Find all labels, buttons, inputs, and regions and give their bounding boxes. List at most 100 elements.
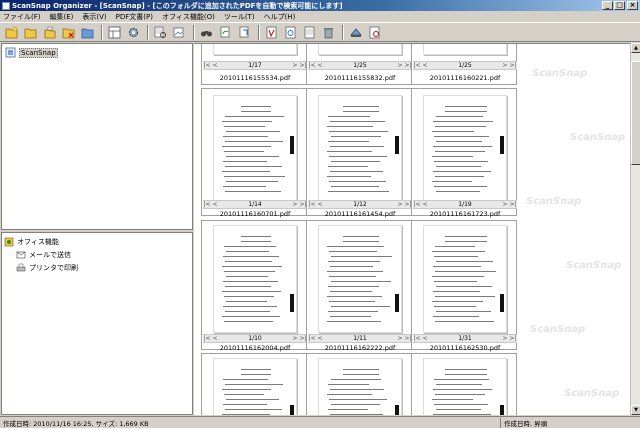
- document-text-line: [445, 111, 487, 112]
- prev-page-icon[interactable]: <: [316, 201, 324, 208]
- thumbnail-card[interactable]: |< < 1/14 > >| 20101116160701.pdf: [201, 88, 307, 218]
- search-image-icon[interactable]: [171, 24, 187, 40]
- next-page-icon[interactable]: >: [396, 201, 404, 208]
- binoculars-icon[interactable]: [198, 24, 214, 40]
- thumbnail-card[interactable]: [201, 353, 307, 415]
- thumbnail-card[interactable]: |< < 1/25 > >| 20101116155832.pdf: [306, 44, 412, 85]
- menu-office[interactable]: オフィス機能(O): [162, 12, 215, 22]
- page-navigator: |< < 1/14 > >|: [203, 200, 307, 209]
- prev-page-icon[interactable]: <: [211, 62, 219, 69]
- stamp-icon[interactable]: [282, 24, 298, 40]
- app-item-print[interactable]: プリンタで印刷: [4, 261, 78, 274]
- first-page-icon[interactable]: |<: [308, 201, 316, 208]
- thumbnail-card[interactable]: |< < 1/31 > >| 20101116162530.pdf: [411, 220, 517, 352]
- folder-copy-icon[interactable]: [41, 24, 57, 40]
- first-page-icon[interactable]: |<: [413, 335, 421, 342]
- thumbnail-view[interactable]: ScanSnap ScanSnap ScanSnap ScanSnap Scan…: [194, 43, 630, 415]
- document-text-line: [226, 399, 279, 400]
- menu-tools[interactable]: ツール(T): [224, 12, 255, 22]
- scan-icon[interactable]: [347, 24, 363, 40]
- app-item-label: メールで送信: [29, 250, 71, 259]
- viewer-icon[interactable]: [366, 24, 382, 40]
- folder-delete-icon[interactable]: [60, 24, 76, 40]
- page-navigator: |< < 1/12 > >|: [308, 200, 412, 209]
- thumbnail-card[interactable]: |< < 1/11 > >| 20101116162222.pdf: [306, 220, 412, 352]
- next-page-icon[interactable]: >: [291, 335, 299, 342]
- rotate-icon[interactable]: [217, 24, 233, 40]
- first-page-icon[interactable]: |<: [308, 62, 316, 69]
- next-page-icon[interactable]: >: [396, 62, 404, 69]
- prev-page-icon[interactable]: <: [316, 335, 324, 342]
- document-text-line: [434, 306, 476, 307]
- document-text-line: [328, 166, 368, 167]
- prev-page-icon[interactable]: <: [421, 201, 429, 208]
- next-page-icon[interactable]: >: [291, 201, 299, 208]
- thumbnail-card[interactable]: |< < 1/19 > >| 20101116161723.pdf: [411, 88, 517, 218]
- maximize-button[interactable]: □: [614, 1, 625, 10]
- prev-page-icon[interactable]: <: [421, 335, 429, 342]
- thumbnail-card[interactable]: |< < 1/12 > >| 20101116161454.pdf: [306, 88, 412, 218]
- close-button[interactable]: ×: [627, 1, 638, 10]
- document-text-line: [222, 389, 271, 390]
- file-name: 20101116162004.pdf: [219, 344, 291, 352]
- document-text-line: [327, 246, 384, 247]
- document-text-line: [327, 126, 373, 127]
- menu-edit[interactable]: 編集(E): [50, 12, 74, 22]
- last-page-icon[interactable]: >|: [509, 201, 517, 208]
- first-page-icon[interactable]: |<: [203, 62, 211, 69]
- next-page-icon[interactable]: >: [501, 62, 509, 69]
- thumbnail-card[interactable]: [306, 353, 412, 415]
- vertical-scrollbar[interactable]: ▲ ▼: [630, 43, 640, 415]
- last-page-icon[interactable]: >|: [509, 335, 517, 342]
- app-item-email[interactable]: メールで送信: [4, 248, 78, 261]
- scroll-down-icon[interactable]: ▼: [631, 405, 640, 415]
- layout-icon[interactable]: [106, 24, 122, 40]
- prev-page-icon[interactable]: <: [316, 62, 324, 69]
- scroll-up-icon[interactable]: ▲: [631, 43, 640, 53]
- next-page-icon[interactable]: >: [501, 201, 509, 208]
- first-page-icon[interactable]: |<: [203, 335, 211, 342]
- thumbnail-card[interactable]: |< < 1/10 > >| 20101116162004.pdf: [201, 220, 307, 352]
- next-page-icon[interactable]: >: [501, 335, 509, 342]
- app-group-office[interactable]: オフィス機能: [4, 235, 78, 248]
- document-text-line: [432, 131, 474, 132]
- tree-item-scansnap[interactable]: ScanSnap: [5, 47, 58, 58]
- page-count: 1/19: [458, 201, 472, 208]
- first-page-icon[interactable]: |<: [413, 62, 421, 69]
- prev-page-icon[interactable]: <: [421, 62, 429, 69]
- document-text-line: [436, 311, 491, 312]
- prev-page-icon[interactable]: <: [211, 201, 219, 208]
- document-text-line: [331, 404, 380, 405]
- menu-pdf[interactable]: PDF文書(P): [116, 12, 153, 22]
- folder-new-icon[interactable]: [3, 24, 19, 40]
- menu-help[interactable]: ヘルプ(H): [264, 12, 296, 22]
- document-text-line: [327, 271, 383, 272]
- next-page-icon[interactable]: >: [396, 335, 404, 342]
- thumbnail-card[interactable]: |< < 1/17 > >| 20101116155534.pdf: [201, 44, 307, 85]
- menu-view[interactable]: 表示(V): [82, 12, 106, 22]
- document-text-line: [433, 266, 481, 267]
- folder-up-icon[interactable]: [79, 24, 95, 40]
- folder-open-icon[interactable]: [22, 24, 38, 40]
- first-page-icon[interactable]: |<: [308, 335, 316, 342]
- thumbnail-card[interactable]: [411, 353, 517, 415]
- last-page-icon[interactable]: >|: [509, 62, 517, 69]
- document-text-line: [343, 236, 379, 237]
- menu-file[interactable]: ファイル(F): [3, 12, 41, 22]
- printer-icon: [16, 263, 26, 271]
- search-text-icon[interactable]: [152, 24, 168, 40]
- trash-icon[interactable]: [320, 24, 336, 40]
- prev-page-icon[interactable]: <: [211, 335, 219, 342]
- first-page-icon[interactable]: |<: [203, 201, 211, 208]
- document-text-line: [330, 389, 384, 390]
- thumbnail-card[interactable]: |< < 1/25 > >| 20101116160221.pdf: [411, 44, 517, 85]
- document-icon[interactable]: [301, 24, 317, 40]
- refresh-icon[interactable]: [236, 24, 252, 40]
- next-page-icon[interactable]: >: [291, 62, 299, 69]
- page-count: 1/11: [353, 335, 367, 342]
- minimize-button[interactable]: _: [602, 1, 613, 10]
- first-page-icon[interactable]: |<: [413, 201, 421, 208]
- pdf-icon[interactable]: [263, 24, 279, 40]
- scrollbar-thumb[interactable]: [631, 61, 640, 165]
- gear-icon[interactable]: [125, 24, 141, 40]
